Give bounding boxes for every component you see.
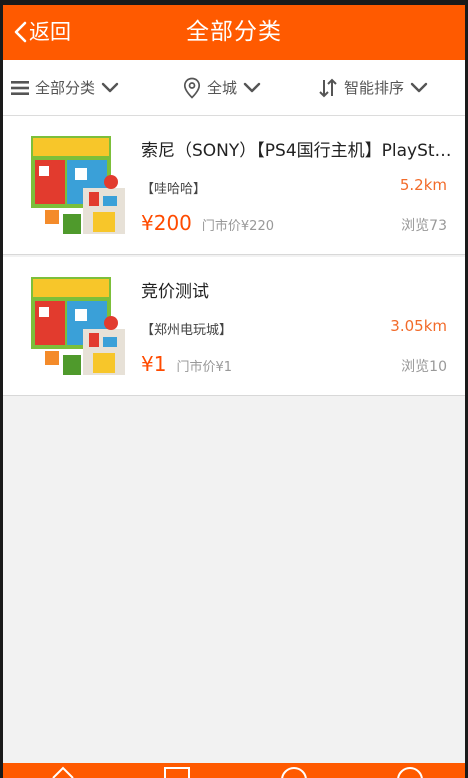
top-bar: 返回 全部分类	[3, 5, 465, 60]
market-price: 门市价¥220	[201, 219, 274, 234]
filter-category-label: 全部分类	[35, 79, 96, 97]
app-frame: 返回 全部分类 全部分类 全城 智能排序 索尼（SONY）【PS4国行主机】Pl…	[3, 5, 465, 778]
market-price: 门市价¥1	[176, 360, 232, 375]
price-row: ¥1 门市价¥1	[141, 352, 232, 376]
bottom-tab-bar	[3, 763, 465, 778]
distance: 5.2km	[399, 176, 447, 194]
product-name: 索尼（SONY）【PS4国行主机】PlayStation	[141, 141, 457, 161]
shop-name: 【哇哈哈】	[141, 182, 207, 197]
product-thumbnail	[31, 136, 125, 234]
filter-sort-label: 智能排序	[344, 79, 405, 97]
user-icon[interactable]	[395, 765, 425, 778]
view-count: 浏览73	[401, 218, 447, 234]
price-row: ¥200 门市价¥220	[141, 211, 274, 235]
circle-icon[interactable]	[279, 765, 309, 778]
filter-bar: 全部分类 全城 智能排序	[3, 60, 465, 116]
product-card[interactable]: 索尼（SONY）【PS4国行主机】PlayStation 【哇哈哈】 5.2km…	[3, 116, 465, 255]
filter-area[interactable]: 全城	[183, 60, 261, 115]
chevron-down-icon	[410, 82, 428, 92]
product-list: 索尼（SONY）【PS4国行主机】PlayStation 【哇哈哈】 5.2km…	[3, 116, 465, 396]
product-card[interactable]: 竞价测试 【郑州电玩城】 3.05km ¥1 门市价¥1 浏览10	[3, 257, 465, 396]
filter-category[interactable]: 全部分类	[11, 60, 119, 115]
product-name: 竞价测试	[141, 282, 209, 302]
list-icon[interactable]	[163, 765, 191, 778]
page-title: 全部分类	[186, 19, 282, 45]
home-icon[interactable]	[49, 765, 77, 778]
filter-sort[interactable]: 智能排序	[318, 60, 428, 115]
location-pin-icon	[183, 77, 201, 99]
product-thumbnail	[31, 277, 125, 375]
price: ¥200	[141, 211, 192, 235]
filter-area-label: 全城	[207, 79, 238, 97]
view-count: 浏览10	[401, 359, 447, 375]
sort-icon	[319, 78, 337, 97]
menu-icon	[11, 80, 29, 95]
distance: 3.05km	[390, 317, 447, 335]
shop-name: 【郑州电玩城】	[141, 323, 233, 338]
chevron-down-icon	[101, 82, 119, 92]
price: ¥1	[141, 352, 167, 376]
chevron-down-icon	[243, 82, 261, 92]
